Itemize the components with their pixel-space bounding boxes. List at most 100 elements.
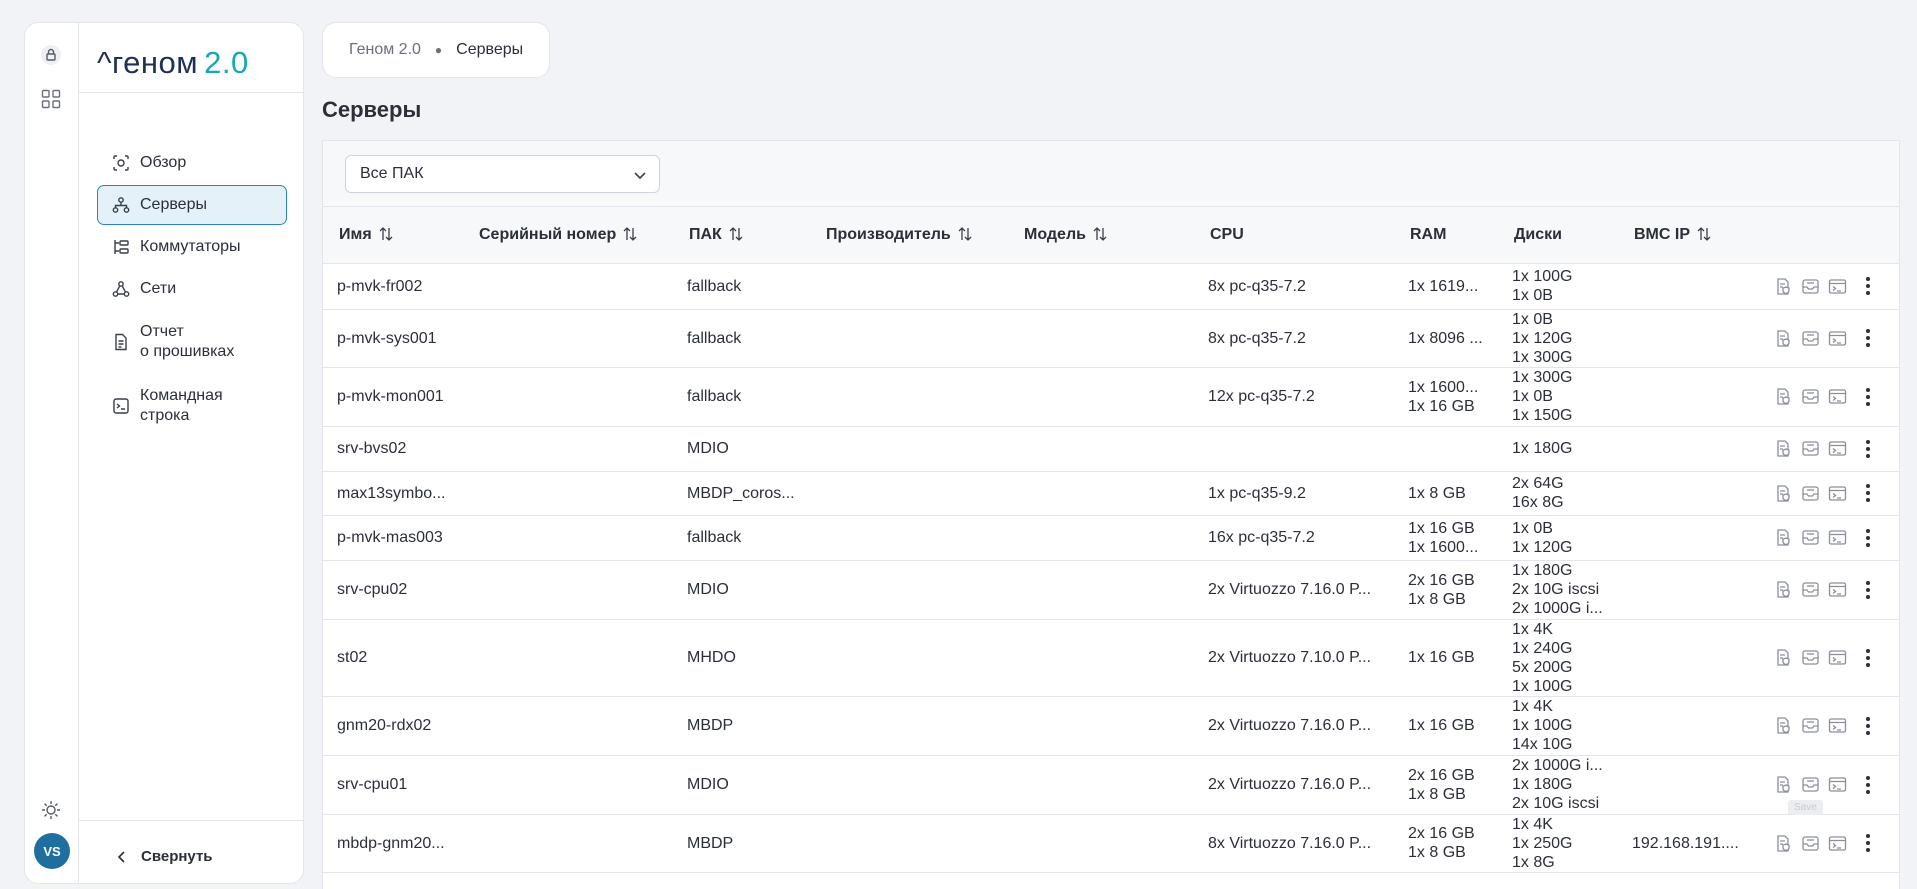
more-actions-icon[interactable] xyxy=(1859,528,1877,548)
cell-vendor xyxy=(810,471,1008,516)
console-icon[interactable] xyxy=(1828,439,1847,458)
theme-sun-icon[interactable] xyxy=(39,798,63,822)
cell-line: 1x 0B xyxy=(1512,310,1553,328)
inbox-icon[interactable] xyxy=(1801,329,1820,348)
console-icon[interactable] xyxy=(1828,329,1847,348)
lock-icon[interactable] xyxy=(39,43,63,67)
servers-table-panel: Все ПАК Имя Серийный номер ПАК Производител… xyxy=(322,140,1900,889)
table-row[interactable]: p-mvk-mon001 fallback 12x pc-q35-7.2 1x 160… xyxy=(323,367,1899,427)
more-actions-icon[interactable] xyxy=(1859,328,1877,348)
firmware-report-icon[interactable] xyxy=(1774,329,1793,348)
console-icon[interactable] xyxy=(1828,484,1847,503)
inbox-icon[interactable] xyxy=(1801,834,1820,853)
cell-disks: 2x 1000G i... 1x 180G 2x 10G iscsi xyxy=(1498,755,1618,815)
sidebar-item-overview[interactable]: Обзор xyxy=(97,143,287,183)
more-actions-icon[interactable] xyxy=(1859,775,1877,795)
sidebar-item-command-line[interactable]: Командная строка xyxy=(97,375,287,437)
sort-icon[interactable] xyxy=(378,226,394,242)
app-logo[interactable]: ^геном 2.0 xyxy=(97,45,249,81)
table-row[interactable]: max13symbo... MBDP_coros... 1x pc-q35-9.2 1… xyxy=(323,471,1899,516)
more-actions-icon[interactable] xyxy=(1859,580,1877,600)
console-icon[interactable] xyxy=(1828,716,1847,735)
column-header-pak[interactable]: ПАК xyxy=(673,207,810,264)
sidebar-item-networks[interactable]: Сети xyxy=(97,269,287,309)
sidebar-item-firmware-report[interactable]: Отчет о прошивках xyxy=(97,311,287,373)
table-row[interactable]: srv-cpu01 MDIO 2x Virtuozzo 7.16.0 P... 2x … xyxy=(323,755,1899,815)
breadcrumb-root-link[interactable]: Геном 2.0 xyxy=(349,41,421,59)
cell-line: 2x 1000G i... xyxy=(1512,757,1603,774)
firmware-report-icon[interactable] xyxy=(1774,484,1793,503)
more-actions-icon[interactable] xyxy=(1859,439,1877,459)
sidebar-item-servers[interactable]: Серверы xyxy=(97,185,287,225)
pak-filter-select[interactable]: Все ПАК xyxy=(345,155,660,193)
table-row[interactable]: p-mvk-sys001 fallback 8x pc-q35-7.2 1x 8096… xyxy=(323,309,1899,368)
table-row[interactable]: gnm20-rdx02 MBDP 2x Virtuozzo 7.16.0 P... 1… xyxy=(323,696,1899,756)
table-row[interactable]: p-mvk-fr002 fallback 8x pc-q35-7.2 1x 1619.… xyxy=(323,263,1899,310)
more-actions-icon[interactable] xyxy=(1859,648,1877,668)
cell-line: 1x 120G xyxy=(1512,538,1573,556)
more-actions-icon[interactable] xyxy=(1859,716,1877,736)
inbox-icon[interactable] xyxy=(1801,528,1820,547)
console-icon[interactable] xyxy=(1828,387,1847,406)
more-actions-icon[interactable] xyxy=(1859,387,1877,407)
firmware-report-icon[interactable] xyxy=(1774,387,1793,406)
cell-name: p-mvk-fr002 xyxy=(323,263,463,310)
cell-cpu xyxy=(1194,426,1394,472)
column-header-serial[interactable]: Серийный номер xyxy=(463,207,673,264)
console-icon[interactable] xyxy=(1828,834,1847,853)
console-icon[interactable] xyxy=(1828,277,1847,296)
column-header-model[interactable]: Модель xyxy=(1008,207,1194,264)
cell-disks: 2x 64G 16x 8G xyxy=(1498,471,1618,516)
inbox-icon[interactable] xyxy=(1801,648,1820,667)
console-icon[interactable] xyxy=(1828,775,1847,794)
cell-cpu: 2x Virtuozzo 7.10.0 P... xyxy=(1194,619,1394,697)
table-row[interactable]: srv-cpu02 MDIO 2x Virtuozzo 7.16.0 P... 2x … xyxy=(323,560,1899,620)
inbox-icon[interactable] xyxy=(1801,439,1820,458)
inbox-icon[interactable] xyxy=(1801,775,1820,794)
cell-actions xyxy=(1756,263,1899,310)
firmware-report-icon[interactable] xyxy=(1774,277,1793,296)
cell-ram xyxy=(1394,426,1498,472)
cell-cpu: 12x pc-q35-7.2 xyxy=(1194,367,1394,427)
sort-icon[interactable] xyxy=(1696,226,1712,242)
firmware-report-icon[interactable] xyxy=(1774,528,1793,547)
firmware-report-icon[interactable] xyxy=(1774,580,1793,599)
table-row[interactable]: p-mvk-mas003 fallback 16x pc-q35-7.2 1x 16 … xyxy=(323,515,1899,561)
sort-icon[interactable] xyxy=(957,226,973,242)
collapse-sidebar-button[interactable]: Свернуть xyxy=(115,848,213,865)
table-row[interactable]: st02 MHDO 2x Virtuozzo 7.10.0 P... 1x 16 GB… xyxy=(323,619,1899,697)
cell-line: 16x 8G xyxy=(1512,494,1564,511)
firmware-report-icon[interactable] xyxy=(1774,775,1793,794)
cell-disks: 1x 300G 1x 0B 1x 150G xyxy=(1498,367,1618,427)
column-header-vendor[interactable]: Производитель xyxy=(810,207,1008,264)
inbox-icon[interactable] xyxy=(1801,277,1820,296)
table-row[interactable]: srv-bvs02 MDIO 1x 180G xyxy=(323,426,1899,472)
sort-icon[interactable] xyxy=(728,226,744,242)
inbox-icon[interactable] xyxy=(1801,387,1820,406)
cell-line: 1x 16 GB xyxy=(1408,717,1475,734)
more-actions-icon[interactable] xyxy=(1859,483,1877,503)
sort-icon[interactable] xyxy=(1092,226,1108,242)
console-icon[interactable] xyxy=(1828,580,1847,599)
more-actions-icon[interactable] xyxy=(1859,276,1877,296)
firmware-report-icon[interactable] xyxy=(1774,648,1793,667)
console-icon[interactable] xyxy=(1828,648,1847,667)
column-header-bmc-ip[interactable]: BMC IP xyxy=(1618,207,1756,264)
inbox-icon[interactable] xyxy=(1801,716,1820,735)
sidebar-item-switches[interactable]: Коммутаторы xyxy=(97,227,287,267)
sort-icon[interactable] xyxy=(622,226,638,242)
cell-name: mbdp-gnm20... xyxy=(323,814,463,873)
firmware-report-icon[interactable] xyxy=(1774,834,1793,853)
column-header-name[interactable]: Имя xyxy=(323,207,463,264)
cell-name: srv-bvs02 xyxy=(323,426,463,472)
firmware-report-icon[interactable] xyxy=(1774,716,1793,735)
user-avatar[interactable]: VS xyxy=(34,833,70,869)
firmware-report-icon[interactable] xyxy=(1774,439,1793,458)
cell-serial xyxy=(463,696,673,756)
inbox-icon[interactable] xyxy=(1801,484,1820,503)
table-row[interactable]: mbdp-gnm20... MBDP 8x Virtuozzo 7.16.0 P..… xyxy=(323,814,1899,873)
console-icon[interactable] xyxy=(1828,528,1847,547)
inbox-icon[interactable] xyxy=(1801,580,1820,599)
apps-grid-icon[interactable] xyxy=(39,87,63,111)
more-actions-icon[interactable] xyxy=(1859,833,1877,853)
